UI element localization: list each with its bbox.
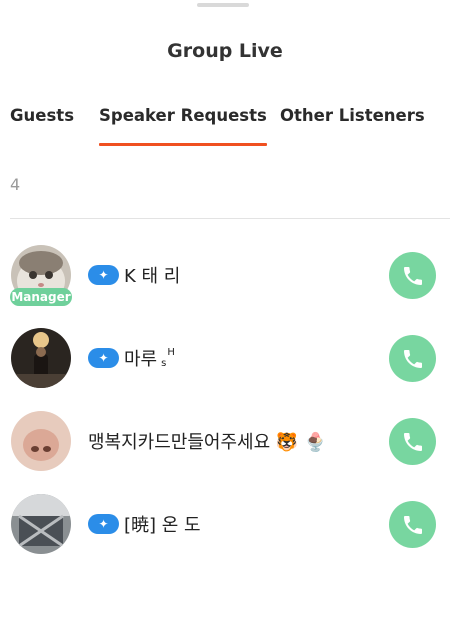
tab-other-listeners-label: Other Listeners — [280, 106, 425, 125]
user-name: 맹복지카드만들어주세요 🐯 🍨 — [88, 432, 327, 453]
user-name: K 태 리 — [124, 266, 181, 287]
bottom-sheet: Group Live Guests Speaker Requests Other… — [0, 0, 450, 633]
tab-speaker-requests[interactable]: Speaker Requests — [99, 106, 267, 146]
phone-icon — [403, 349, 422, 368]
tab-guests[interactable]: Guests — [10, 106, 74, 125]
user-name: 마루 — [124, 349, 158, 370]
divider — [10, 218, 450, 219]
list-item-name: ✦ 마루 s H — [88, 345, 175, 371]
call-button[interactable] — [389, 335, 436, 382]
drag-handle[interactable] — [197, 3, 249, 7]
list-item-name: 맹복지카드만들어주세요 🐯 🍨 — [88, 428, 326, 454]
tab-bar: Guests Speaker Requests Other Listeners — [0, 106, 450, 150]
tab-other-listeners[interactable]: Other Listeners — [280, 106, 425, 125]
avatar[interactable] — [11, 411, 71, 471]
user-name: [暁] 온 도 — [124, 515, 201, 536]
sparkle-badge-icon: ✦ — [88, 265, 119, 285]
page-title: Group Live — [167, 40, 283, 62]
user-name-suffix-high: H — [167, 346, 175, 358]
phone-icon — [403, 266, 422, 285]
manager-badge: Manager — [10, 288, 72, 306]
list-item[interactable]: ✦ 마루 s H — [0, 328, 450, 398]
request-count: 4 — [10, 175, 21, 194]
list-item-name: ✦ K 태 리 — [88, 262, 180, 288]
sparkle-badge-icon: ✦ — [88, 348, 119, 368]
call-button[interactable] — [389, 252, 436, 299]
sparkle-badge-icon: ✦ — [88, 514, 119, 534]
phone-icon — [403, 515, 422, 534]
avatar[interactable] — [11, 494, 71, 554]
call-button[interactable] — [389, 418, 436, 465]
list-item[interactable]: 맹복지카드만들어주세요 🐯 🍨 — [0, 411, 450, 481]
tab-speaker-requests-label: Speaker Requests — [99, 106, 267, 125]
phone-icon — [403, 432, 422, 451]
avatar[interactable] — [11, 328, 71, 388]
active-tab-indicator — [99, 143, 267, 146]
list-item[interactable]: ✦ [暁] 온 도 — [0, 494, 450, 564]
call-button[interactable] — [389, 501, 436, 548]
user-name-suffix-low: s — [161, 357, 167, 369]
list-item[interactable]: Manager ✦ K 태 리 — [0, 245, 450, 315]
tab-guests-label: Guests — [10, 106, 75, 125]
list-item-name: ✦ [暁] 온 도 — [88, 511, 201, 537]
